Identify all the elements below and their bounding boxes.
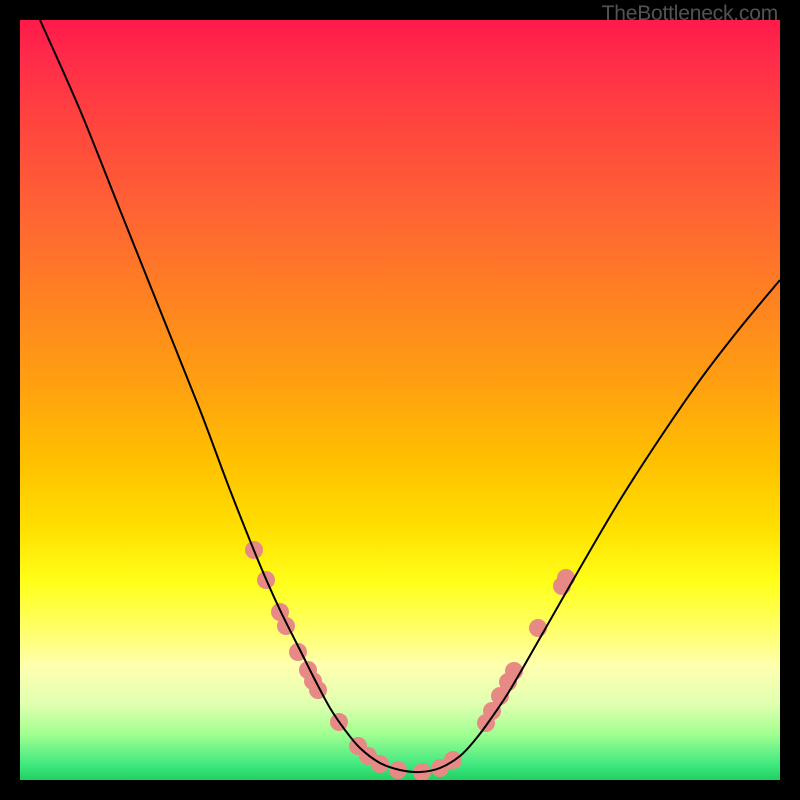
chart-frame bbox=[0, 0, 800, 800]
watermark-text: TheBottleneck.com bbox=[602, 2, 778, 26]
